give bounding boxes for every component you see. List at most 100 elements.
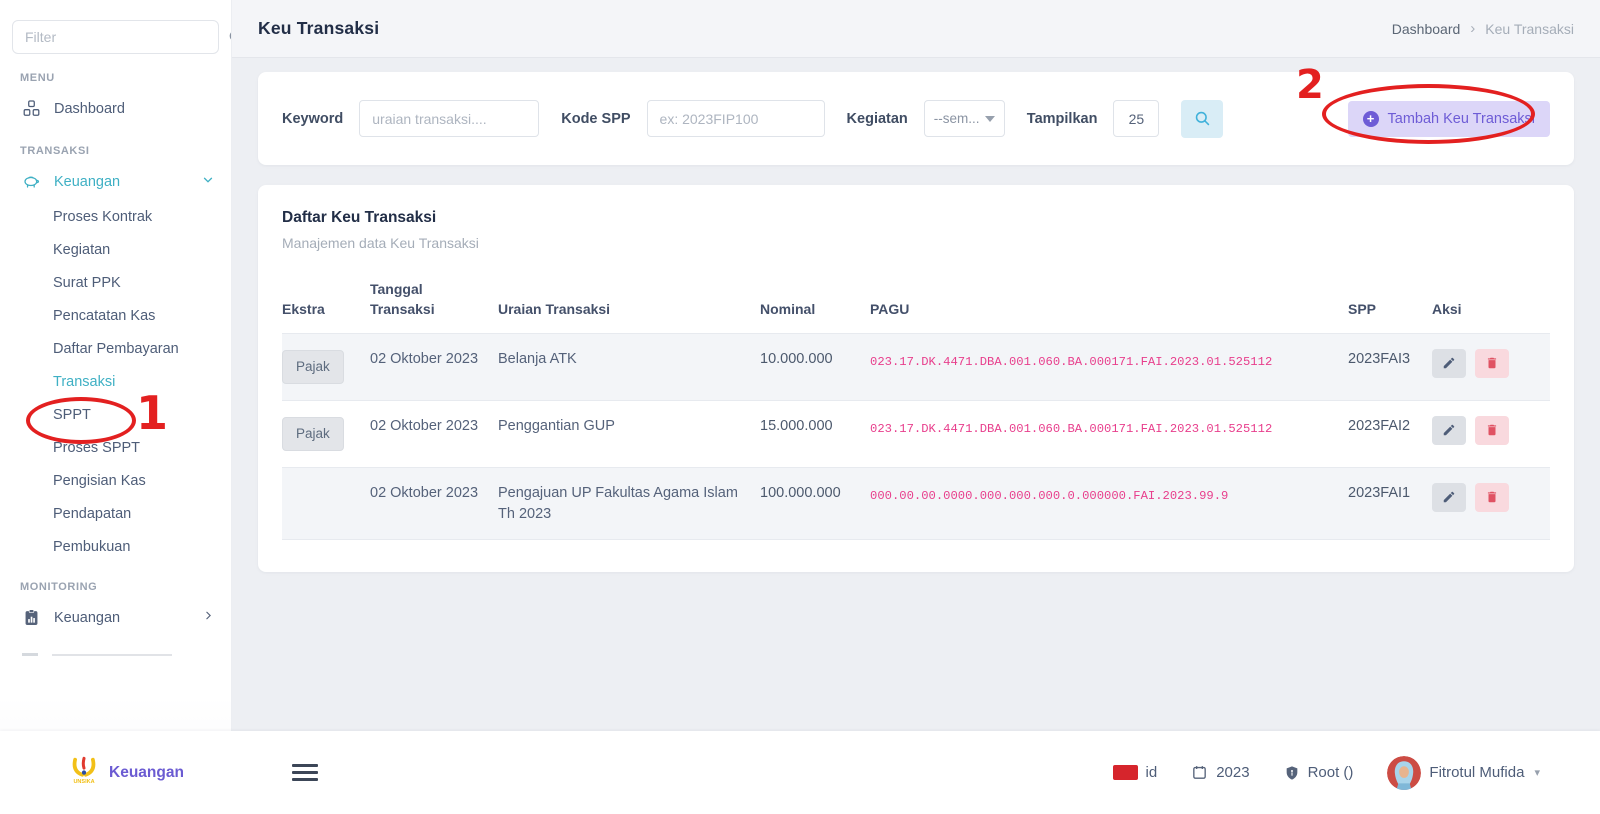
- table-row: 02 Oktober 2023 Pengajuan UP Fakultas Ag…: [282, 467, 1550, 541]
- kode-spp-label: Kode SPP: [561, 111, 630, 127]
- sidebar-subitem-pengisian-kas[interactable]: Pengisian Kas: [0, 464, 231, 497]
- table-header-row: Ekstra Tanggal Transaksi Uraian Transaks…: [282, 269, 1550, 333]
- ekstra-badge: Pajak: [282, 417, 344, 451]
- kode-spp-input[interactable]: [647, 100, 825, 137]
- add-button-label: Tambah Keu Transaksi: [1388, 111, 1536, 127]
- footer-bar: UNSIKA Keuangan id 2023 Root (): [0, 731, 1600, 814]
- clipboard-chart-icon: [22, 608, 41, 627]
- pencil-icon: [1442, 356, 1456, 370]
- role-indicator[interactable]: Root (): [1284, 764, 1354, 781]
- sidebar: MENU Dashboard TRANSAKSI Keuangan: [0, 0, 232, 731]
- shield-icon: [1284, 765, 1300, 781]
- pagu-cell: 000.00.00.0000.000.000.000.0.000000.FAI.…: [870, 481, 1348, 505]
- col-aksi: Aksi: [1432, 279, 1550, 320]
- trash-icon: [1485, 356, 1499, 370]
- col-uraian: Uraian Transaksi: [498, 279, 760, 320]
- tampilkan-label: Tampilkan: [1027, 111, 1098, 127]
- breadcrumb-dashboard[interactable]: Dashboard: [1392, 21, 1461, 37]
- trash-icon: [1485, 423, 1499, 437]
- sidebar-subitem-proses-kontrak[interactable]: Proses Kontrak: [0, 200, 231, 233]
- add-keu-transaksi-button[interactable]: + Tambah Keu Transaksi: [1348, 101, 1551, 137]
- table-card: Daftar Keu Transaksi Manajemen data Keu …: [258, 185, 1574, 572]
- trash-icon: [1485, 490, 1499, 504]
- col-spp: SPP: [1348, 279, 1432, 320]
- sidebar-item-keuangan[interactable]: Keuangan: [0, 163, 231, 200]
- locale-switcher[interactable]: id: [1113, 764, 1158, 781]
- kegiatan-selected-value: --sem...: [934, 111, 980, 126]
- chevron-down-icon: [201, 173, 215, 191]
- search-button[interactable]: [1181, 100, 1223, 138]
- filter-bar: Keyword Kode SPP Kegiatan --sem... Tampi…: [258, 72, 1574, 165]
- pencil-icon: [1442, 423, 1456, 437]
- sidebar-subitem-sppt[interactable]: SPPT: [0, 398, 231, 431]
- edit-button[interactable]: [1432, 483, 1466, 512]
- main-content: Keu Transaksi Dashboard › Keu Transaksi …: [232, 0, 1600, 731]
- edit-button[interactable]: [1432, 416, 1466, 445]
- uraian-cell: Penggantian GUP: [498, 414, 760, 438]
- table-subtitle: Manajemen data Keu Transaksi: [282, 235, 1550, 251]
- breadcrumb-separator-icon: ›: [1470, 20, 1475, 37]
- delete-button[interactable]: [1475, 483, 1509, 512]
- sidebar-subitem-proses-sppt[interactable]: Proses SPPT: [0, 431, 231, 464]
- brand-logo-link[interactable]: UNSIKA Keuangan: [68, 755, 184, 791]
- year-label: 2023: [1216, 764, 1249, 781]
- brand-name: Keuangan: [109, 764, 184, 782]
- tanggal-cell: 02 Oktober 2023: [370, 481, 498, 505]
- svg-text:UNSIKA: UNSIKA: [73, 779, 94, 785]
- col-nominal: Nominal: [760, 279, 870, 320]
- sidebar-section-menu: MENU: [0, 54, 231, 90]
- calendar-icon: [1191, 764, 1208, 781]
- edit-button[interactable]: [1432, 349, 1466, 378]
- uraian-cell: Belanja ATK: [498, 347, 760, 371]
- role-label: Root (): [1308, 764, 1354, 781]
- user-name: Fitrotul Mufida: [1429, 764, 1524, 781]
- kegiatan-select[interactable]: --sem...: [924, 100, 1005, 137]
- pencil-icon: [1442, 490, 1456, 504]
- avatar: [1387, 756, 1421, 790]
- chevron-down-icon: ▾: [1534, 766, 1540, 779]
- delete-button[interactable]: [1475, 416, 1509, 445]
- sidebar-subitem-transaksi[interactable]: Transaksi: [0, 365, 231, 398]
- sidebar-subitem-pencatatan-kas[interactable]: Pencatatan Kas: [0, 299, 231, 332]
- unsika-logo-icon: UNSIKA: [68, 755, 100, 791]
- chevron-right-icon: [202, 609, 215, 626]
- nominal-cell: 10.000.000: [760, 347, 870, 371]
- keyword-input[interactable]: [359, 100, 539, 137]
- spp-cell: 2023FAI3: [1348, 347, 1432, 371]
- sidebar-filter-input[interactable]: [12, 20, 219, 54]
- sidebar-subitem-pendapatan[interactable]: Pendapatan: [0, 497, 231, 530]
- hamburger-menu-icon[interactable]: [292, 760, 318, 786]
- user-menu[interactable]: Fitrotul Mufida ▾: [1387, 756, 1540, 790]
- spp-cell: 2023FAI1: [1348, 481, 1432, 505]
- sidebar-item-dashboard[interactable]: Dashboard: [0, 90, 231, 127]
- sidebar-search-icon[interactable]: [227, 28, 232, 46]
- tanggal-cell: 02 Oktober 2023: [370, 347, 498, 371]
- delete-button[interactable]: [1475, 349, 1509, 378]
- sidebar-item-label: Keuangan: [54, 610, 189, 626]
- breadcrumb-current: Keu Transaksi: [1485, 21, 1574, 37]
- select-caret-icon: [985, 116, 995, 122]
- plus-icon: +: [1363, 111, 1379, 127]
- tanggal-cell: 02 Oktober 2023: [370, 414, 498, 438]
- ekstra-badge: Pajak: [282, 350, 344, 384]
- col-pagu: PAGU: [870, 279, 1348, 320]
- sidebar-item-monitoring-keuangan[interactable]: Keuangan: [0, 599, 231, 636]
- pagu-cell: 023.17.DK.4471.DBA.001.060.BA.000171.FAI…: [870, 347, 1348, 371]
- uraian-cell: Pengajuan UP Fakultas Agama Islam Th 202…: [498, 481, 760, 527]
- nominal-cell: 100.000.000: [760, 481, 870, 505]
- search-icon: [1193, 109, 1212, 128]
- year-selector[interactable]: 2023: [1191, 764, 1249, 781]
- sidebar-subitem-pembukuan[interactable]: Pembukuan: [0, 530, 231, 563]
- sidebar-subitem-kegiatan[interactable]: Kegiatan: [0, 233, 231, 266]
- sidebar-item-label: Dashboard: [54, 101, 215, 117]
- sidebar-section-transaksi: TRANSAKSI: [0, 127, 231, 163]
- sidebar-subitem-surat-ppk[interactable]: Surat PPK: [0, 266, 231, 299]
- ekstra-cell: [282, 481, 370, 483]
- table-title: Daftar Keu Transaksi: [282, 209, 1550, 227]
- tampilkan-input[interactable]: [1113, 100, 1159, 137]
- table-row: Pajak 02 Oktober 2023 Belanja ATK 10.000…: [282, 333, 1550, 400]
- kegiatan-label: Kegiatan: [847, 111, 908, 127]
- sidebar-item-label: Keuangan: [54, 174, 188, 190]
- col-ekstra: Ekstra: [282, 279, 370, 320]
- sidebar-subitem-daftar-pembayaran[interactable]: Daftar Pembayaran: [0, 332, 231, 365]
